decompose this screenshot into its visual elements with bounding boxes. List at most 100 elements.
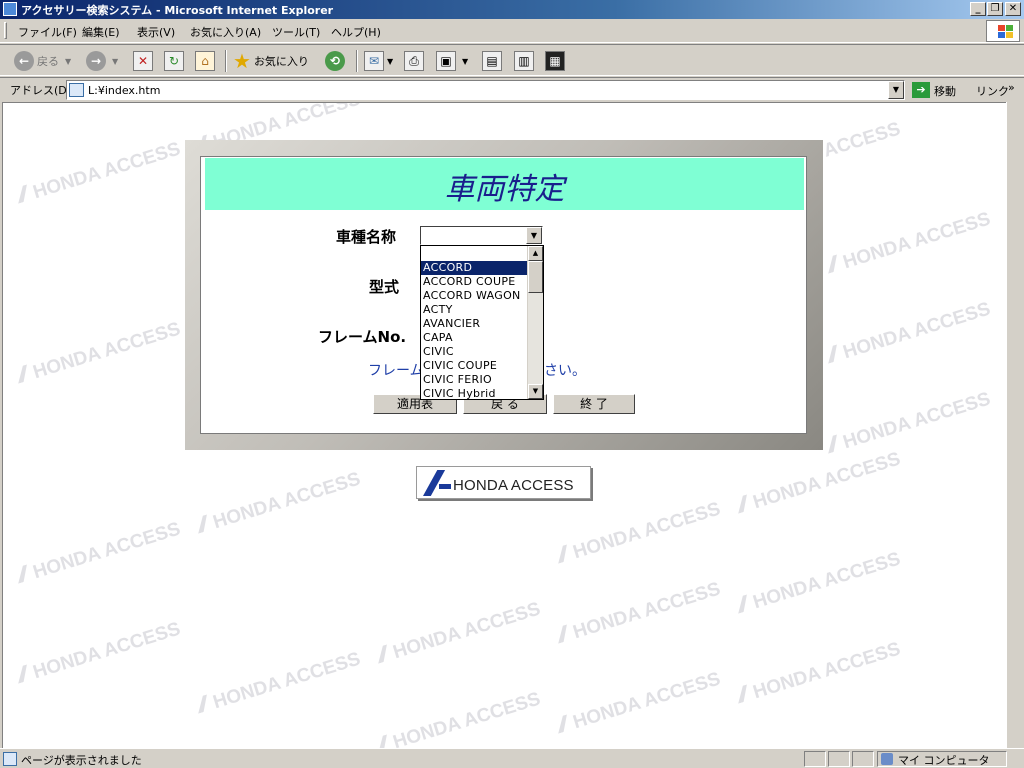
address-value[interactable]: L:¥index.htm: [88, 84, 160, 97]
frame-no-label: フレームNo.: [318, 328, 407, 346]
forward-dropdown-icon[interactable]: ▼: [112, 57, 118, 66]
links-chevron-icon[interactable]: »: [1008, 81, 1015, 94]
restore-button[interactable]: ❐: [987, 2, 1003, 16]
menu-tools[interactable]: ツール(T): [272, 24, 320, 40]
menu-favorites[interactable]: お気に入り(A): [190, 24, 261, 40]
watermark: HONDA ACCESS: [374, 599, 544, 670]
heading-banner: 車両特定: [205, 158, 804, 210]
scroll-down-icon[interactable]: ▼: [528, 384, 543, 399]
page-done-icon: [3, 752, 17, 766]
dropdown-scrollbar[interactable]: ▲ ▼: [527, 246, 543, 399]
messenger-button[interactable]: ▦: [545, 49, 565, 73]
menu-grip: [4, 22, 7, 39]
go-arrow-icon[interactable]: ➔: [912, 82, 930, 98]
model-name-select[interactable]: ▼: [420, 226, 543, 245]
dropdown-options: ACCORD ACCORD COUPE ACCORD WAGON ACTY AV…: [421, 261, 528, 401]
type-label: 型式: [369, 278, 400, 296]
dropdown-option[interactable]: ACTY: [421, 303, 528, 317]
watermark: HONDA ACCESS: [14, 139, 184, 210]
scroll-thumb[interactable]: [528, 261, 543, 293]
forward-arrow-icon: →: [86, 51, 106, 71]
refresh-icon: ↻: [164, 51, 184, 71]
edit-button[interactable]: ▣ ▼: [436, 49, 468, 73]
ie-app-icon: [3, 2, 17, 16]
window-title: アクセサリー検索システム - Microsoft Internet Explor…: [21, 4, 334, 17]
model-name-label: 車種名称: [336, 228, 397, 246]
toolbar-separator: [356, 50, 358, 72]
status-cell: [804, 751, 826, 767]
select-dropdown-button[interactable]: ▼: [526, 227, 542, 244]
book-icon: ▥: [514, 51, 534, 71]
back-dropdown-icon[interactable]: ▼: [65, 57, 71, 66]
dropdown-option[interactable]: CIVIC FERIO: [421, 373, 528, 387]
title-bar: アクセサリー検索システム - Microsoft Internet Explor…: [0, 0, 1024, 19]
back-button[interactable]: ← 戻る ▼: [14, 49, 71, 73]
print-icon: ⎙: [404, 51, 424, 71]
stop-button[interactable]: ✕: [133, 49, 153, 73]
status-text: ページが表示されました: [21, 754, 142, 767]
exit-button[interactable]: 終 了: [553, 394, 635, 414]
discuss-button[interactable]: ▤: [482, 49, 502, 73]
mail-icon: ✉: [364, 51, 384, 71]
menu-file[interactable]: ファイル(F): [18, 24, 77, 40]
page-icon: [69, 83, 84, 97]
minimize-button[interactable]: _: [970, 2, 986, 16]
dropdown-option[interactable]: CIVIC: [421, 345, 528, 359]
page-icon: ▤: [482, 51, 502, 71]
standard-toolbar: ← 戻る ▼ → ▼ ✕ ↻ ⌂ ★ お気に入り ⟲ ✉ ▼ ⎙ ▣ ▼ ▤ ▥…: [0, 44, 1024, 76]
status-cell: [852, 751, 874, 767]
mail-button[interactable]: ✉ ▼: [364, 49, 393, 73]
model-dropdown-list[interactable]: ACCORD ACCORD COUPE ACCORD WAGON ACTY AV…: [420, 245, 544, 400]
close-button[interactable]: ✕: [1005, 2, 1021, 16]
home-icon: ⌂: [195, 51, 215, 71]
refresh-button[interactable]: ↻: [164, 49, 184, 73]
home-button[interactable]: ⌂: [195, 49, 215, 73]
stop-icon: ✕: [133, 51, 153, 71]
go-button[interactable]: 移動: [934, 83, 956, 99]
links-button[interactable]: リンク: [976, 83, 1009, 99]
windows-logo-icon: [986, 20, 1020, 42]
watermark: HONDA ACCESS: [194, 649, 364, 720]
menu-edit[interactable]: 編集(E): [82, 24, 120, 40]
toolbar-separator: [225, 50, 227, 72]
security-zone: マイ コンピュータ: [898, 754, 990, 767]
watermark: HONDA ACCESS: [734, 449, 904, 520]
watermark: HONDA ACCESS: [374, 689, 544, 748]
dropdown-option[interactable]: AVANCIER: [421, 317, 528, 331]
watermark: HONDA ACCESS: [14, 319, 184, 390]
back-label: 戻る: [37, 55, 59, 68]
menu-bar: ファイル(F) 編集(E) 表示(V) お気に入り(A) ツール(T) ヘルプ(…: [0, 19, 1024, 43]
mail-dropdown-icon[interactable]: ▼: [387, 57, 393, 66]
watermark: HONDA ACCESS: [824, 299, 994, 370]
dropdown-option[interactable]: ACCORD COUPE: [421, 275, 528, 289]
dropdown-option[interactable]: CIVIC COUPE: [421, 359, 528, 373]
watermark: HONDA ACCESS: [194, 469, 364, 540]
status-cell: [828, 751, 850, 767]
edit-dropdown-icon[interactable]: ▼: [462, 57, 468, 66]
dropdown-option[interactable]: ACCORD: [421, 261, 528, 275]
edit-icon: ▣: [436, 51, 456, 71]
honda-access-mark-icon: [423, 470, 446, 496]
dropdown-option[interactable]: CIVIC Hybrid: [421, 387, 528, 401]
dropdown-option[interactable]: ACCORD WAGON: [421, 289, 528, 303]
forward-button[interactable]: → ▼: [86, 49, 118, 73]
watermark: HONDA ACCESS: [554, 499, 724, 570]
menu-view[interactable]: 表示(V): [137, 24, 175, 40]
dropdown-option[interactable]: CAPA: [421, 331, 528, 345]
watermark: HONDA ACCESS: [824, 389, 994, 460]
menu-help[interactable]: ヘルプ(H): [331, 24, 381, 40]
address-input[interactable]: L:¥index.htm ▼: [66, 80, 905, 100]
watermark: HONDA ACCESS: [734, 639, 904, 710]
address-dropdown-button[interactable]: ▼: [888, 81, 904, 99]
history-icon: ⟲: [325, 51, 345, 71]
scroll-up-icon[interactable]: ▲: [528, 246, 543, 261]
history-button[interactable]: ⟲: [325, 49, 345, 73]
print-button[interactable]: ⎙: [404, 49, 424, 73]
watermark: HONDA ACCESS: [554, 579, 724, 650]
research-button[interactable]: ▥: [514, 49, 534, 73]
watermark: HONDA ACCESS: [14, 519, 184, 590]
favorites-button[interactable]: ★ お気に入り: [233, 49, 309, 73]
address-bar: アドレス(D) L:¥index.htm ▼ ➔ 移動 リンク »: [0, 77, 1024, 101]
address-label: アドレス(D): [10, 84, 72, 97]
page-scrollbar[interactable]: [1006, 102, 1024, 748]
